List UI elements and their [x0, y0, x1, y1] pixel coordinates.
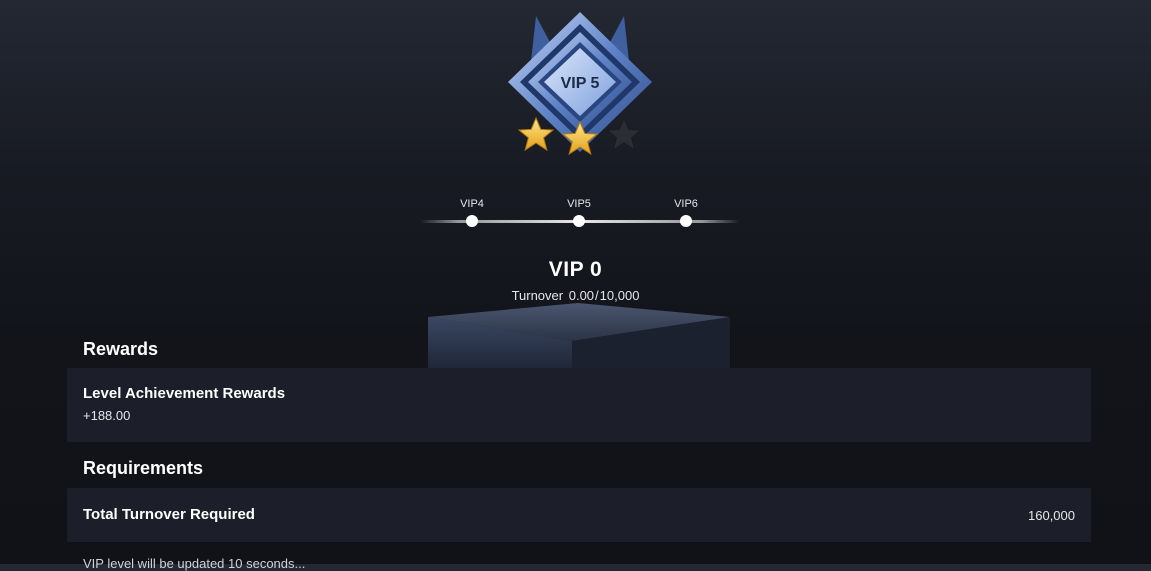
level-dot-vip4[interactable]: [466, 215, 478, 227]
total-turnover-required-label: Total Turnover Required: [83, 506, 255, 523]
vip-badge: VIP 5: [500, 10, 660, 162]
level-achievement-rewards-title: Level Achievement Rewards: [83, 385, 286, 402]
level-label-vip6: VIP6: [674, 198, 698, 210]
rewards-card: Level Achievement Rewards +188.00: [67, 368, 1091, 442]
level-dot-vip6[interactable]: [680, 215, 692, 227]
level-label-vip4: VIP4: [460, 198, 484, 210]
vip-level-progress: VIP4 VIP5 VIP6: [420, 194, 740, 234]
level-achievement-rewards-value: +188.00: [83, 408, 131, 423]
star-empty-icon: [605, 116, 643, 152]
svg-text:VIP 5: VIP 5: [561, 75, 600, 92]
star-filled-icon: [517, 116, 555, 152]
current-vip-title: VIP 0: [548, 258, 603, 281]
total-turnover-required-value: 160,000: [1028, 508, 1075, 523]
level-label-vip5: VIP5: [567, 198, 591, 210]
turnover-target: 10,000: [599, 288, 640, 303]
requirements-section-title: Requirements: [83, 458, 204, 478]
rewards-section-title: Rewards: [83, 339, 159, 359]
vip-badge-icon: VIP 5: [508, 12, 652, 156]
level-dot-vip5[interactable]: [573, 215, 585, 227]
pedestal-graphic: [428, 303, 730, 369]
turnover-current: 0.00: [568, 288, 595, 303]
requirements-card: Total Turnover Required 160,000: [67, 488, 1091, 542]
turnover-status: Turnover 0.00/10,000: [511, 288, 640, 303]
turnover-label: Turnover: [511, 288, 564, 303]
